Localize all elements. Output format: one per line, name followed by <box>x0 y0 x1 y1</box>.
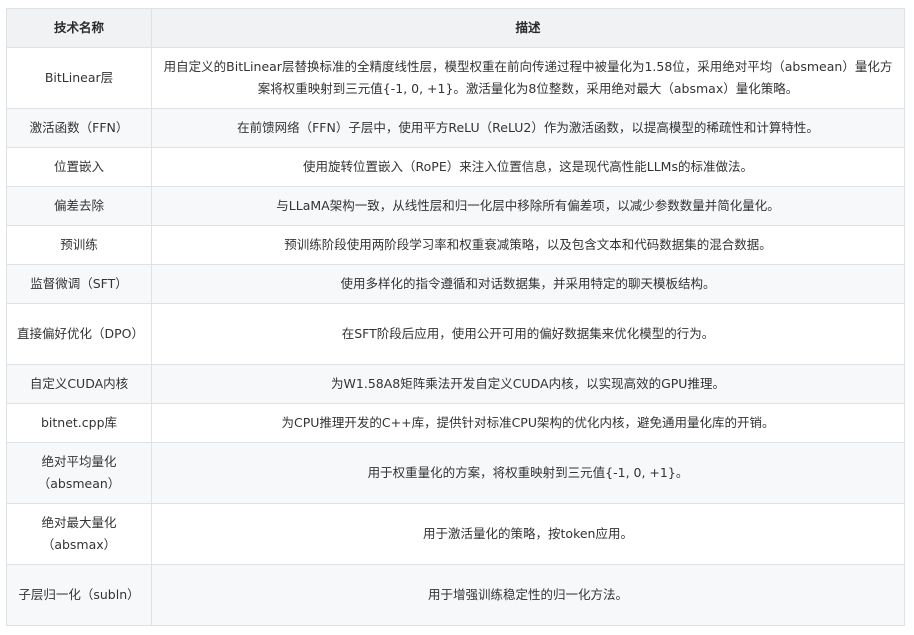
row-name: 直接偏好优化（DPO） <box>6 303 152 365</box>
row-name: 自定义CUDA内核 <box>6 364 152 404</box>
table-row: 自定义CUDA内核 为W1.58A8矩阵乘法开发自定义CUDA内核，以实现高效的… <box>6 364 905 404</box>
row-name: 位置嵌入 <box>6 147 152 187</box>
row-description: 用自定义的BitLinear层替换标准的全精度线性层，模型权重在前向传递过程中被… <box>151 47 905 109</box>
row-description: 使用旋转位置嵌入（RoPE）来注入位置信息，这是现代高性能LLMs的标准做法。 <box>151 147 905 187</box>
header-description: 描述 <box>151 8 905 48</box>
table-header-row: 技术名称 描述 <box>6 8 905 48</box>
row-description: 为CPU推理开发的C++库，提供针对标准CPU架构的优化内核，避免通用量化库的开… <box>151 403 905 443</box>
row-description: 为W1.58A8矩阵乘法开发自定义CUDA内核，以实现高效的GPU推理。 <box>151 364 905 404</box>
table-row: bitnet.cpp库 为CPU推理开发的C++库，提供针对标准CPU架构的优化… <box>6 403 905 443</box>
row-description: 使用多样化的指令遵循和对话数据集，并采用特定的聊天模板结构。 <box>151 264 905 304</box>
row-name: bitnet.cpp库 <box>6 403 152 443</box>
table-row: 子层归一化（subln） 用于增强训练稳定性的归一化方法。 <box>6 564 905 626</box>
row-name: 偏差去除 <box>6 186 152 226</box>
row-description: 用于增强训练稳定性的归一化方法。 <box>151 564 905 626</box>
row-description: 在前馈网络（FFN）子层中，使用平方ReLU（ReLU2）作为激活函数，以提高模… <box>151 108 905 148</box>
row-name: 子层归一化（subln） <box>6 564 152 626</box>
table-row: 激活函数（FFN） 在前馈网络（FFN）子层中，使用平方ReLU（ReLU2）作… <box>6 108 905 148</box>
tech-table: 技术名称 描述 BitLinear层 用自定义的BitLinear层替换标准的全… <box>6 8 905 626</box>
row-name: 绝对最大量化（absmax） <box>6 503 152 565</box>
tech-table-container: 技术名称 描述 BitLinear层 用自定义的BitLinear层替换标准的全… <box>6 8 905 626</box>
row-description: 与LLaMA架构一致，从线性层和归一化层中移除所有偏差项，以减少参数数量并简化量… <box>151 186 905 226</box>
row-description: 预训练阶段使用两阶段学习率和权重衰减策略，以及包含文本和代码数据集的混合数据。 <box>151 225 905 265</box>
row-name: 监督微调（SFT） <box>6 264 152 304</box>
table-row: 位置嵌入 使用旋转位置嵌入（RoPE）来注入位置信息，这是现代高性能LLMs的标… <box>6 147 905 187</box>
table-row: 监督微调（SFT） 使用多样化的指令遵循和对话数据集，并采用特定的聊天模板结构。 <box>6 264 905 304</box>
table-row: 绝对平均量化（absmean） 用于权重量化的方案，将权重映射到三元值{-1, … <box>6 442 905 504</box>
table-row: 偏差去除 与LLaMA架构一致，从线性层和归一化层中移除所有偏差项，以减少参数数… <box>6 186 905 226</box>
table-row: BitLinear层 用自定义的BitLinear层替换标准的全精度线性层，模型… <box>6 47 905 109</box>
row-description: 用于激活量化的策略，按token应用。 <box>151 503 905 565</box>
row-name: 预训练 <box>6 225 152 265</box>
table-row: 直接偏好优化（DPO） 在SFT阶段后应用，使用公开可用的偏好数据集来优化模型的… <box>6 303 905 365</box>
header-tech-name: 技术名称 <box>6 8 152 48</box>
table-row: 绝对最大量化（absmax） 用于激活量化的策略，按token应用。 <box>6 503 905 565</box>
row-description: 在SFT阶段后应用，使用公开可用的偏好数据集来优化模型的行为。 <box>151 303 905 365</box>
row-description: 用于权重量化的方案，将权重映射到三元值{-1, 0, +1}。 <box>151 442 905 504</box>
row-name: BitLinear层 <box>6 47 152 109</box>
row-name: 绝对平均量化（absmean） <box>6 442 152 504</box>
table-row: 预训练 预训练阶段使用两阶段学习率和权重衰减策略，以及包含文本和代码数据集的混合… <box>6 225 905 265</box>
row-name: 激活函数（FFN） <box>6 108 152 148</box>
